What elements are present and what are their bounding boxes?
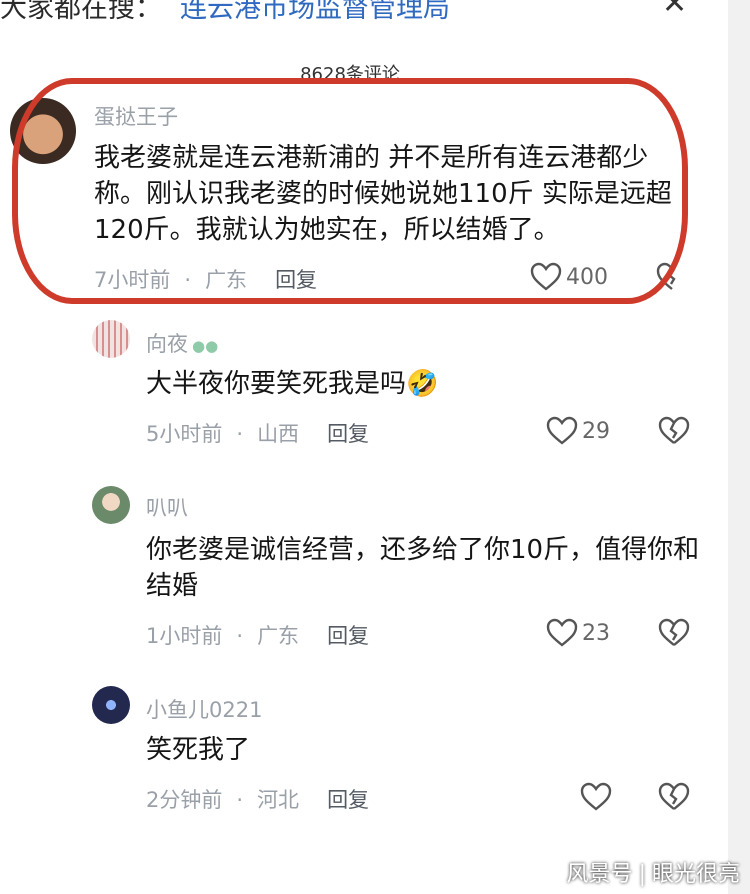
comment-count: 8628条评论 [300,64,400,82]
comment-location: 河北 [257,788,300,812]
reply-button[interactable]: 回复 [275,264,317,294]
avatar[interactable] [92,320,130,358]
broken-heart-icon[interactable] [658,416,690,446]
comment-text: 笑死我了 [146,735,251,765]
comment-time: 7小时前 [94,268,171,292]
badge-icon: ●● [192,337,219,355]
scrollbar-track[interactable] [728,0,750,894]
like-button[interactable]: 29 [546,416,610,446]
separator-dot: · [236,422,244,446]
broken-heart-icon[interactable] [658,618,690,648]
watermark: 风景号 | 眼光很亮 [567,856,740,888]
watermark-source: 风景号 [566,862,633,887]
comment-time: 2分钟前 [146,788,223,812]
avatar[interactable] [92,686,130,724]
comment-username[interactable]: 蛋挞王子 [94,101,178,131]
like-button[interactable]: 23 [546,618,610,648]
comment-meta: 2分钟前 · 河北 回复 [146,784,369,814]
reply-button[interactable]: 回复 [327,784,369,814]
comment-time: 1小时前 [146,624,223,648]
comment-username[interactable]: 小鱼儿0221 [146,694,262,724]
like-count: 23 [582,620,610,646]
comment-text: 大半夜你要笑死我是吗🤣 [146,369,439,399]
comment-username[interactable]: 向夜 ●● [146,328,218,358]
separator-dot: · [236,788,244,812]
comment-time: 5小时前 [146,422,223,446]
separator-dot: · [236,624,244,648]
heart-icon [546,618,578,647]
like-button[interactable]: 400 [530,262,608,292]
watermark-separator: | [638,862,646,887]
avatar[interactable] [92,486,130,524]
watermark-author: 眼光很亮 [651,862,740,887]
broken-heart-icon[interactable] [656,262,688,292]
comment-username[interactable]: 叭叭 [146,492,188,522]
comment-meta: 1小时前 · 广东 回复 [146,620,369,650]
heart-icon [530,262,562,291]
search-hint-link[interactable]: 连云港市场监督管理局 [180,0,450,25]
comment-text: 我老婆就是连云港新浦的 并不是所有连云港都少称。刚认识我老婆的时候她说她110斤… [94,143,672,245]
search-hint-bar: 大家都在搜： 连云港市场监督管理局 ✕ [0,0,750,26]
avatar[interactable] [10,98,76,164]
broken-heart-icon[interactable] [658,782,690,812]
close-icon[interactable]: ✕ [662,0,687,21]
comment-text: 你老婆是诚信经营，还多给了你10斤，值得你和结婚 [146,535,700,601]
like-count: 400 [566,264,608,290]
reply-button[interactable]: 回复 [327,418,369,448]
comment-location: 广东 [257,624,300,648]
comment-meta: 5小时前 · 山西 回复 [146,418,369,448]
search-hint-prefix: 大家都在搜： [0,0,162,24]
comment-username-text: 向夜 [146,332,188,356]
comment-meta: 7小时前 · 广东 回复 [94,264,317,294]
reply-button[interactable]: 回复 [327,620,369,650]
separator-dot: · [184,268,192,292]
comment-location: 广东 [205,268,248,292]
like-count: 29 [582,418,610,444]
heart-icon [580,782,612,811]
comment-location: 山西 [257,422,300,446]
heart-icon [546,416,578,445]
like-button[interactable] [580,782,616,812]
